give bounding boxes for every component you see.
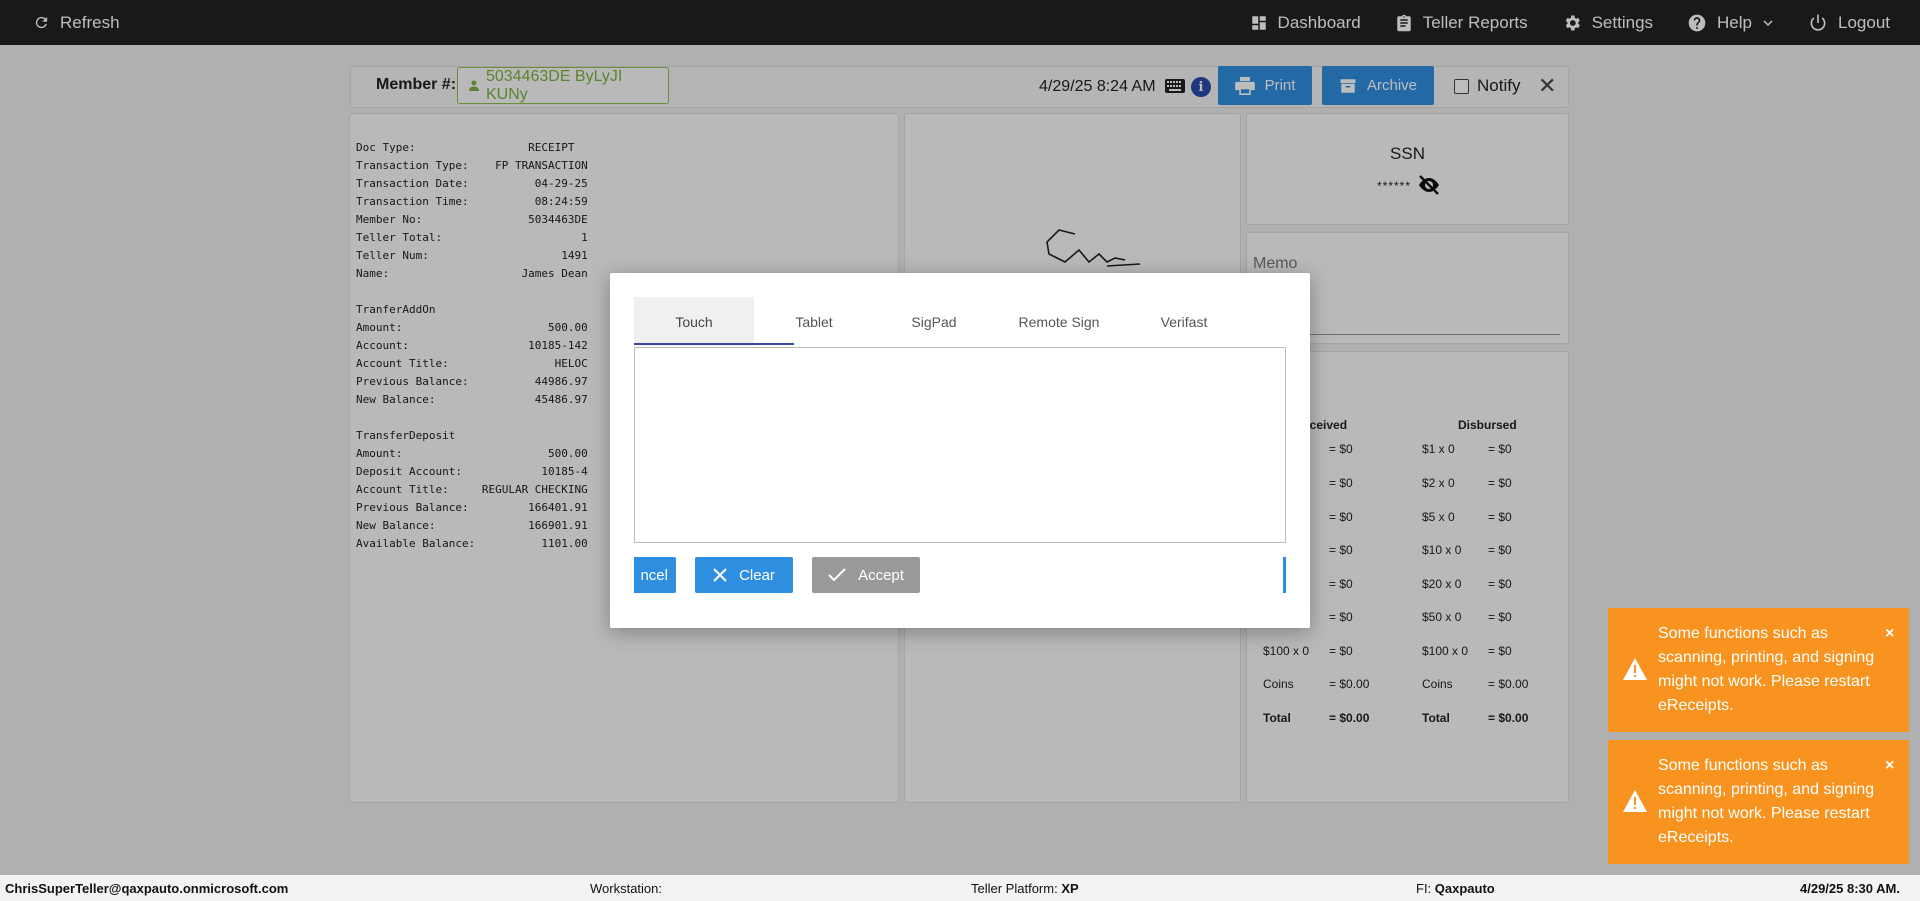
warning-toast: Some functions such as scanning, printin…	[1608, 740, 1909, 864]
cancel-label: ncel	[640, 566, 668, 584]
footer-fi-label: FI:	[1416, 881, 1432, 896]
warning-toast: Some functions such as scanning, printin…	[1608, 608, 1909, 732]
toast-message: Some functions such as scanning, printin…	[1658, 757, 1875, 846]
check-icon	[828, 568, 846, 582]
clear-label: Clear	[739, 566, 775, 584]
status-footer: ChrisSuperTeller@qaxpauto.onmicrosoft.co…	[0, 875, 1920, 901]
footer-user: ChrisSuperTeller@qaxpauto.onmicrosoft.co…	[5, 881, 289, 896]
toast-close-icon[interactable]: ×	[1885, 754, 1894, 778]
clear-button[interactable]: Clear	[695, 557, 793, 593]
footer-platform-value: XP	[1061, 881, 1079, 896]
accept-button[interactable]: Accept	[812, 557, 920, 593]
tab-tablet[interactable]: Tablet	[754, 297, 874, 346]
warning-icon	[1623, 658, 1647, 680]
tab-verifast[interactable]: Verifast	[1124, 297, 1244, 346]
cancel-button[interactable]: ncel	[634, 557, 676, 593]
warning-icon	[1623, 790, 1647, 812]
footer-platform-label: Teller Platform:	[971, 881, 1058, 896]
signature-tabs: Touch Tablet SigPad Remote Sign Verifast	[634, 297, 1244, 347]
footer-datetime: 4/29/25 8:30 AM.	[1800, 881, 1900, 896]
tab-touch[interactable]: Touch	[634, 297, 754, 346]
scroll-edge	[1283, 557, 1286, 593]
tab-remote-sign[interactable]: Remote Sign	[994, 297, 1124, 346]
footer-fi-value: Qaxpauto	[1434, 881, 1495, 896]
footer-workstation-label: Workstation:	[590, 881, 663, 896]
accept-label: Accept	[858, 566, 904, 584]
close-icon	[713, 568, 727, 582]
active-tab-indicator	[634, 343, 794, 345]
toast-close-icon[interactable]: ×	[1885, 622, 1894, 646]
modal-actions: ncel Clear Accept	[634, 557, 1286, 593]
signature-modal: Touch Tablet SigPad Remote Sign Verifast…	[610, 273, 1310, 628]
signature-canvas[interactable]	[634, 347, 1286, 543]
toast-message: Some functions such as scanning, printin…	[1658, 625, 1875, 714]
tab-sigpad[interactable]: SigPad	[874, 297, 994, 346]
